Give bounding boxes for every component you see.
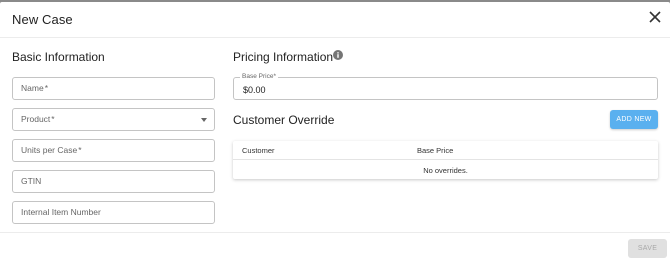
units-per-case-placeholder: Units per Case* <box>21 145 82 155</box>
close-icon[interactable] <box>648 10 662 24</box>
dialog-title: New Case <box>12 12 73 27</box>
internal-item-number-placeholder: Internal Item Number <box>21 207 101 217</box>
gtin-field[interactable]: GTIN <box>12 170 215 193</box>
override-table: Customer Base Price No overrides. <box>233 141 658 179</box>
base-price-value: $0.00 <box>243 85 266 95</box>
column-customer[interactable]: Customer <box>242 146 275 155</box>
name-field[interactable]: Name* <box>12 77 215 100</box>
chevron-down-icon <box>201 118 207 122</box>
save-button[interactable]: SAVE <box>628 239 667 258</box>
dialog-header: New Case <box>0 2 670 38</box>
base-price-field[interactable]: Base Price* $0.00 <box>233 73 658 100</box>
new-case-dialog: New Case Basic Information Name* Product… <box>0 2 670 263</box>
name-placeholder: Name* <box>21 83 48 93</box>
dialog-footer: SAVE <box>0 232 670 263</box>
base-price-label: Base Price* <box>240 73 278 80</box>
customer-override-title: Customer Override <box>233 113 335 127</box>
product-placeholder: Product* <box>21 114 55 124</box>
info-icon[interactable] <box>333 50 343 60</box>
product-select[interactable]: Product* <box>12 108 215 131</box>
empty-table-message: No overrides. <box>423 166 468 175</box>
table-header-row: Customer Base Price <box>233 141 658 160</box>
add-new-button[interactable]: ADD NEW <box>610 110 658 129</box>
units-per-case-field[interactable]: Units per Case* <box>12 139 215 162</box>
internal-item-number-field[interactable]: Internal Item Number <box>12 201 215 224</box>
pricing-information-title: Pricing Information <box>233 50 334 64</box>
basic-information-title: Basic Information <box>12 50 105 64</box>
gtin-placeholder: GTIN <box>21 176 42 186</box>
column-base-price[interactable]: Base Price <box>417 146 453 155</box>
